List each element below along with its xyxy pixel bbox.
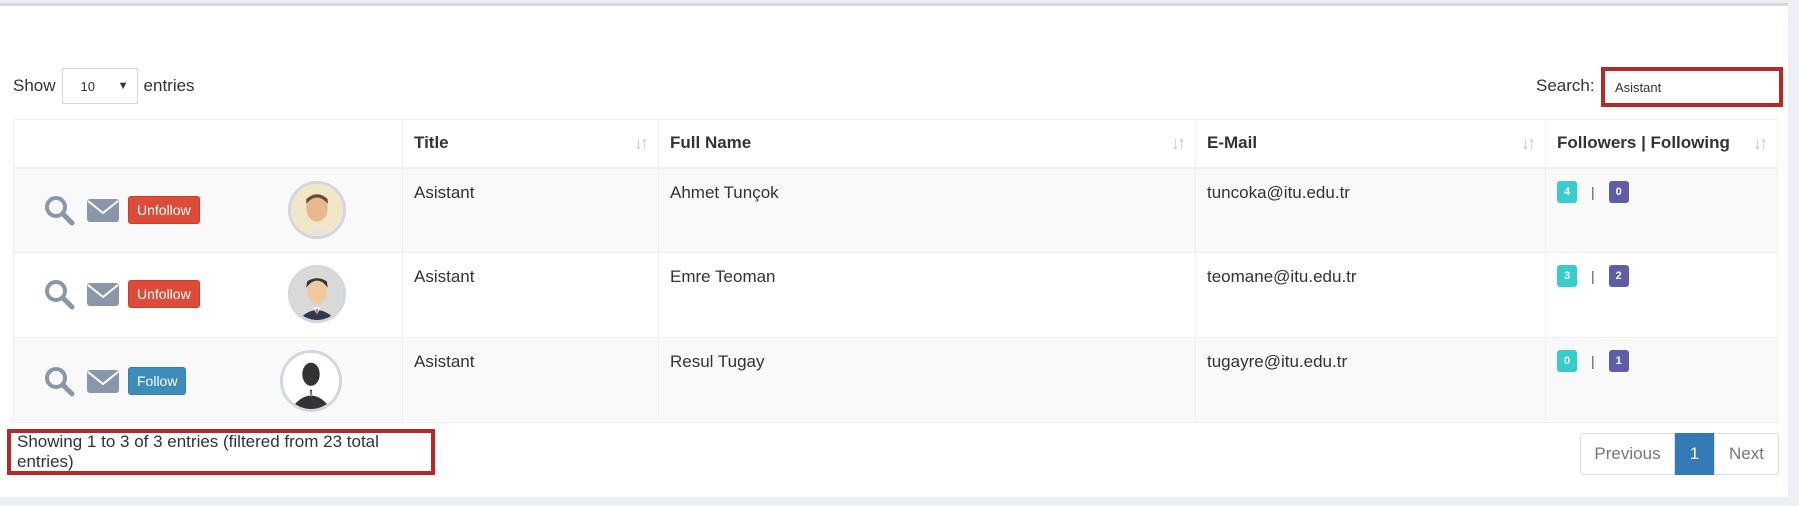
column-header-email[interactable]: E-Mail ↓↑ xyxy=(1195,119,1546,169)
row-actions-cell: Unfollow xyxy=(13,252,403,338)
dropdown-arrow-icon: ▼ xyxy=(117,80,129,92)
column-header-label: Followers | Following xyxy=(1557,133,1730,153)
followers-badge: 4 xyxy=(1557,180,1577,203)
sort-icon: ↓↑ xyxy=(1171,133,1186,153)
search-label: Search: xyxy=(1536,76,1595,95)
follow-button[interactable]: Follow xyxy=(128,367,187,395)
table-header-row: Title ↓↑ Full Name ↓↑ E-Mail ↓↑ Follower… xyxy=(13,119,1778,169)
actions-column-header xyxy=(13,119,403,169)
column-header-title[interactable]: Title ↓↑ xyxy=(402,119,659,169)
badge-separator: | xyxy=(1591,353,1595,369)
badge-separator: | xyxy=(1591,268,1595,284)
sort-icon: ↓↑ xyxy=(1521,133,1536,153)
search-label-wrap: Search: xyxy=(1536,67,1595,105)
column-header-label: Full Name xyxy=(670,133,752,153)
search-icon[interactable] xyxy=(42,364,76,398)
title-cell: Asistant xyxy=(402,337,659,423)
pagination: Previous 1 Next xyxy=(1580,433,1779,475)
unfollow-button[interactable]: Unfollow xyxy=(128,280,200,308)
mail-icon[interactable] xyxy=(86,366,120,396)
following-badge: 0 xyxy=(1608,180,1629,203)
page-length-control: Show 10 ▼ entries xyxy=(13,67,195,105)
row-actions-cell: Follow xyxy=(13,337,403,423)
column-header-full-name[interactable]: Full Name ↓↑ xyxy=(658,119,1196,169)
next-page-button[interactable]: Next xyxy=(1714,433,1779,475)
avatar[interactable] xyxy=(288,265,346,323)
full-name-cell: Resul Tugay xyxy=(658,337,1196,423)
followers-following-cell: 4 | 0 xyxy=(1545,167,1778,253)
page-length-value: 10 xyxy=(80,78,95,94)
mail-icon[interactable] xyxy=(86,279,120,309)
row-actions-cell: Unfollow xyxy=(13,167,403,253)
full-name-cell: Ahmet Tunçok xyxy=(658,167,1196,253)
column-header-label: E-Mail xyxy=(1207,133,1258,153)
followers-following-cell: 0 | 1 xyxy=(1545,337,1778,423)
users-table: Title ↓↑ Full Name ↓↑ E-Mail ↓↑ Follower… xyxy=(13,119,1778,423)
followers-following-cell: 3 | 2 xyxy=(1545,252,1778,338)
email-cell: teomane@itu.edu.tr xyxy=(1195,252,1546,338)
search-icon[interactable] xyxy=(42,193,76,227)
sort-icon: ↓↑ xyxy=(1753,133,1768,153)
sort-icon: ↓↑ xyxy=(634,133,649,153)
page-1-button[interactable]: 1 xyxy=(1675,433,1714,475)
table-row: Unfollow Asistant Ahmet Tunçok tuncoka@i… xyxy=(13,167,1778,253)
previous-page-button[interactable]: Previous xyxy=(1580,433,1675,475)
followers-badge: 0 xyxy=(1557,350,1577,372)
table-info-label: Showing 1 to 3 of 3 entries (filtered fr… xyxy=(17,432,379,471)
followers-badge: 3 xyxy=(1557,265,1577,287)
email-cell: tuncoka@itu.edu.tr xyxy=(1195,167,1546,253)
badge-separator: | xyxy=(1591,183,1595,200)
show-label: Show xyxy=(13,76,56,95)
full-name-cell: Emre Teoman xyxy=(658,252,1196,338)
table-row: Unfollow Asistant Emre Teoman teomane@it… xyxy=(13,252,1778,338)
table-info-text: Showing 1 to 3 of 3 entries (filtered fr… xyxy=(7,429,435,475)
column-header-followers-following[interactable]: Followers | Following ↓↑ xyxy=(1545,119,1778,169)
title-cell: Asistant xyxy=(402,252,659,338)
table-row: Follow Asistant Resul Tugay tugayre@itu.… xyxy=(13,337,1778,423)
following-badge: 1 xyxy=(1608,350,1629,372)
mail-icon[interactable] xyxy=(86,195,120,225)
title-cell: Asistant xyxy=(402,167,659,253)
search-icon[interactable] xyxy=(42,277,76,311)
avatar[interactable] xyxy=(288,180,346,239)
search-input-value: Asistant xyxy=(1615,79,1662,95)
page-length-select[interactable]: 10 ▼ xyxy=(61,68,138,104)
column-header-label: Title xyxy=(414,133,449,153)
search-input[interactable]: Asistant xyxy=(1601,67,1783,107)
unfollow-button[interactable]: Unfollow xyxy=(128,195,200,224)
avatar[interactable] xyxy=(280,350,342,412)
following-badge: 2 xyxy=(1608,265,1629,287)
email-cell: tugayre@itu.edu.tr xyxy=(1195,337,1546,423)
entries-label: entries xyxy=(143,76,195,95)
